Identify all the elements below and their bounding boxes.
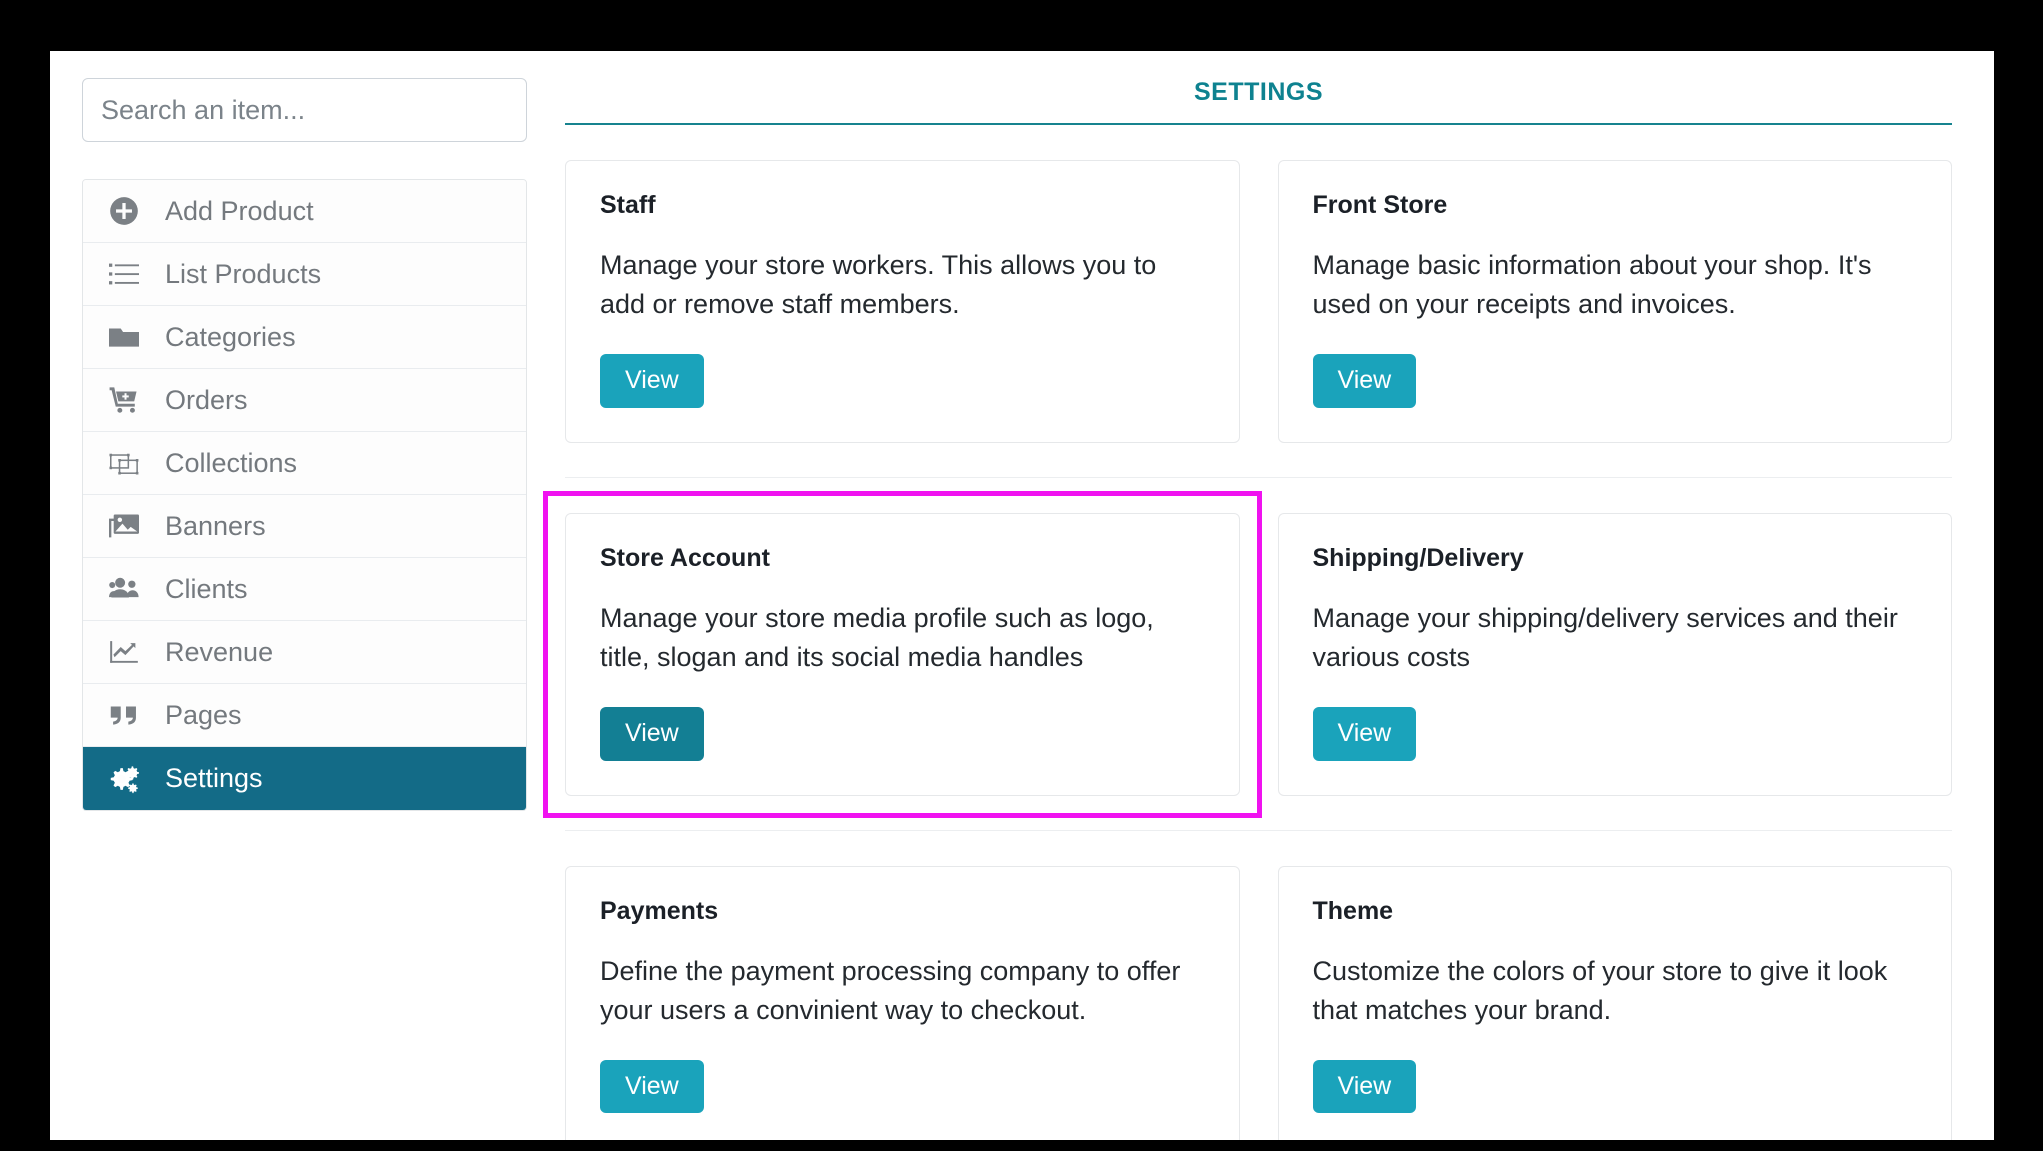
card-description: Define the payment processing company to… bbox=[600, 955, 1181, 1025]
view-button[interactable]: View bbox=[1312, 354, 1417, 408]
settings-card: Staff Manage your store workers. This all… bbox=[565, 160, 1240, 443]
card-cell: Staff Manage your store workers. This all… bbox=[565, 160, 1240, 443]
sidebar-item-categories[interactable]: Categories bbox=[83, 306, 526, 369]
bottom-black-bar bbox=[50, 1140, 402, 1151]
plus-circle-icon bbox=[109, 196, 149, 226]
page-layout: Add Product List Products Categories Orders… bbox=[50, 51, 1994, 1140]
sidebar-nav-list: Add Product List Products Categories Orders… bbox=[82, 179, 527, 811]
settings-card-row: Store Account Manage your store media pro… bbox=[543, 478, 1952, 831]
sidebar-item-label: Collections bbox=[165, 447, 298, 478]
images-icon bbox=[109, 511, 149, 541]
sidebar-item-list-products[interactable]: List Products bbox=[83, 243, 526, 306]
chart-line-icon bbox=[109, 637, 149, 667]
settings-card: Shipping/Delivery Manage your shipping/de… bbox=[1277, 512, 1952, 796]
sidebar-item-label: Clients bbox=[165, 573, 248, 604]
sidebar-item-label: Add Product bbox=[165, 195, 314, 226]
sidebar-item-orders[interactable]: Orders bbox=[83, 369, 526, 432]
settings-card: Front Store Manage basic information abou… bbox=[1277, 160, 1952, 443]
folder-icon bbox=[109, 322, 149, 352]
card-title: Shipping/Delivery bbox=[1312, 543, 1524, 572]
sidebar-item-add-product[interactable]: Add Product bbox=[83, 180, 526, 243]
settings-card-row: Payments Define the payment processing co… bbox=[565, 831, 1952, 1140]
card-title: Staff bbox=[600, 191, 656, 219]
gears-icon bbox=[109, 764, 149, 794]
sidebar-item-label: Settings bbox=[165, 763, 263, 793]
settings-card: Payments Define the payment processing co… bbox=[565, 865, 1240, 1140]
app-page: Add Product List Products Categories Orders… bbox=[50, 51, 1994, 1140]
card-title: Store Account bbox=[600, 543, 770, 572]
highlighted-card-cell: Store Account Manage your store media pro… bbox=[543, 490, 1262, 818]
users-icon bbox=[109, 574, 149, 604]
collection-icon bbox=[109, 448, 149, 478]
settings-card: Theme Customize the colors of your store … bbox=[1277, 865, 1952, 1140]
sidebar-item-revenue[interactable]: Revenue bbox=[83, 621, 526, 684]
card-description: Customize the colors of your store to gi… bbox=[1312, 955, 1888, 1025]
card-description: Manage your shipping/delivery services a… bbox=[1312, 602, 1898, 672]
cart-plus-icon bbox=[109, 385, 149, 415]
card-cell: Theme Customize the colors of your store … bbox=[1277, 865, 1952, 1140]
sidebar-item-settings[interactable]: Settings bbox=[83, 747, 526, 810]
main-content: SETTINGS Staff Manage your store workers.… bbox=[543, 78, 1952, 1140]
sidebar-item-label: Orders bbox=[165, 384, 248, 415]
view-button[interactable]: View bbox=[600, 1059, 704, 1114]
page-title: SETTINGS bbox=[565, 78, 1952, 125]
quote-icon bbox=[109, 700, 149, 730]
sidebar-item-label: Pages bbox=[165, 699, 242, 730]
sidebar-item-label: Banners bbox=[165, 510, 266, 541]
sidebar-item-label: Categories bbox=[165, 321, 296, 352]
card-title: Front Store bbox=[1312, 191, 1448, 219]
view-button[interactable]: View bbox=[1312, 1059, 1417, 1114]
sidebar: Add Product List Products Categories Orders… bbox=[82, 78, 527, 1140]
sidebar-item-pages[interactable]: Pages bbox=[83, 684, 526, 747]
card-cell: Payments Define the payment processing co… bbox=[565, 865, 1240, 1140]
card-title: Payments bbox=[600, 896, 719, 925]
search-input[interactable] bbox=[82, 78, 527, 142]
card-description: Manage your store workers. This allows y… bbox=[600, 250, 1157, 320]
card-description: Manage basic information about your shop… bbox=[1312, 250, 1872, 320]
sidebar-item-collections[interactable]: Collections bbox=[83, 432, 526, 495]
view-button[interactable]: View bbox=[600, 707, 704, 761]
view-button[interactable]: View bbox=[600, 354, 704, 408]
settings-card: Store Account Manage your store media pro… bbox=[565, 512, 1240, 796]
card-cell: Front Store Manage basic information abou… bbox=[1277, 160, 1952, 443]
card-title: Theme bbox=[1312, 896, 1394, 925]
settings-card-row: Staff Manage your store workers. This all… bbox=[565, 125, 1952, 478]
sidebar-item-banners[interactable]: Banners bbox=[83, 495, 526, 558]
card-description: Manage your store media profile such as … bbox=[600, 602, 1154, 672]
sidebar-item-clients[interactable]: Clients bbox=[83, 558, 526, 621]
list-icon bbox=[109, 259, 149, 289]
sidebar-item-label: List Products bbox=[165, 258, 322, 289]
card-cell: Shipping/Delivery Manage your shipping/de… bbox=[1277, 512, 1952, 796]
sidebar-item-label: Revenue bbox=[165, 636, 274, 667]
view-button[interactable]: View bbox=[1312, 707, 1417, 761]
settings-card-grid: Staff Manage your store workers. This all… bbox=[543, 125, 1952, 1140]
